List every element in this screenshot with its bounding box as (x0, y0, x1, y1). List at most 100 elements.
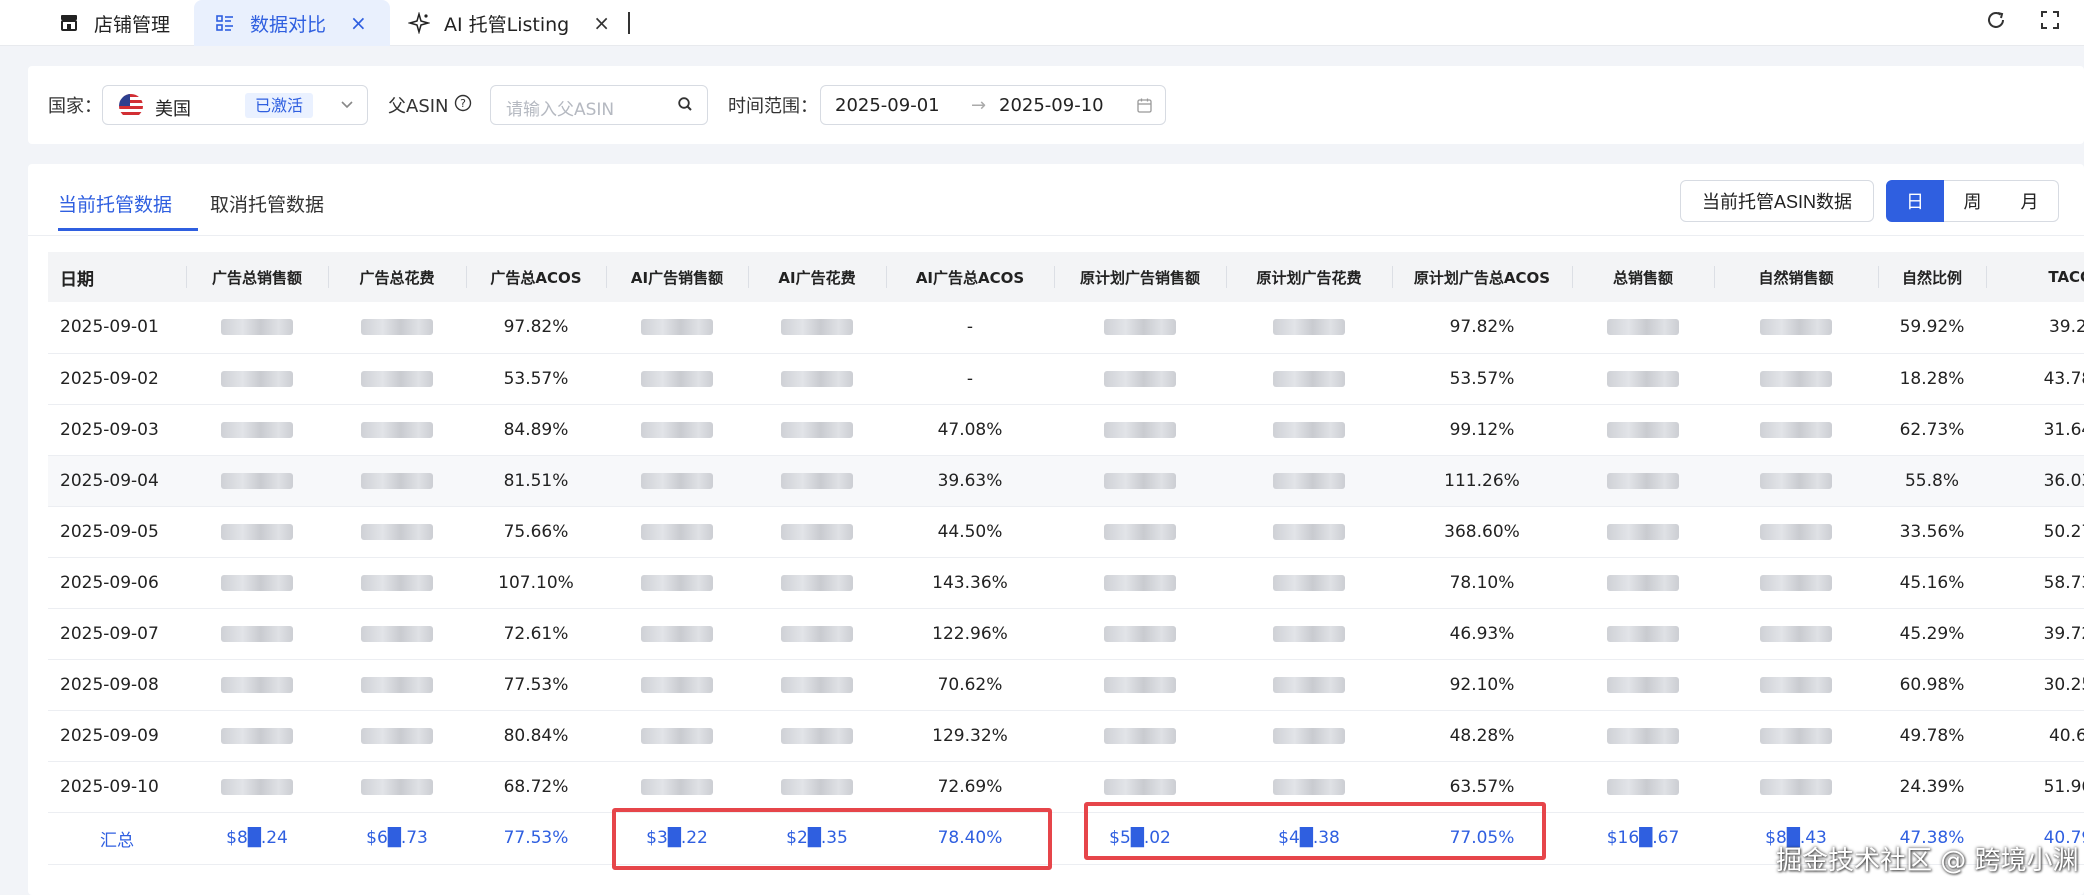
masked-cell (328, 506, 466, 557)
cell-orig-acos: 92.10% (1449, 674, 1515, 695)
blurred-value (1273, 319, 1345, 336)
cell-natural-ratio: 33.56% (1899, 521, 1965, 542)
blurred-value (781, 421, 853, 438)
blurred-value (1104, 523, 1176, 540)
column-header: AI广告总ACOS (886, 252, 1054, 302)
cell-orig-acos: 48.28% (1449, 725, 1515, 746)
country-label: 国家： (48, 96, 102, 117)
cell-ad-acos: 84.89% (503, 419, 569, 440)
blurred-value (1760, 778, 1832, 795)
subtab-current-managed[interactable]: 当前托管数据 (58, 190, 172, 217)
column-header: 自然比例 (1878, 252, 1986, 302)
table-row: 2025-09-1068.72%72.69%63.57%24.39%51.96% (48, 761, 2084, 812)
table-row: 2025-09-02 53.57% - 53.57% 18.28% 43.78% (48, 353, 2084, 404)
managed-asin-data-button[interactable]: 当前托管ASIN数据 (1680, 180, 1874, 222)
masked-cell (1054, 353, 1226, 404)
refresh-icon[interactable] (1982, 6, 2010, 34)
period-day-button[interactable]: 日 (1886, 180, 1944, 222)
masked-cell (1054, 455, 1226, 506)
blurred-value (1104, 676, 1176, 693)
masked-cell (1714, 710, 1878, 761)
tab-store-management[interactable]: 店铺管理 (58, 0, 170, 46)
cell-date: 2025-09-01 (60, 317, 159, 338)
masked-cell (186, 506, 328, 557)
close-icon[interactable]: × (593, 11, 610, 35)
date-arrow: → (971, 95, 987, 116)
cell-tacos: 31.64% (2043, 419, 2084, 440)
blurred-value (221, 319, 293, 336)
cell-natural-ratio: 60.98% (1899, 674, 1965, 695)
cell-date: 2025-09-08 (60, 674, 159, 695)
column-header: 原计划广告花费 (1226, 252, 1392, 302)
help-icon[interactable]: ? (454, 94, 472, 116)
table-row: 2025-09-01 97.82% - 97.82% 59.92% 39.2% (48, 302, 2084, 353)
blurred-value (1104, 472, 1176, 489)
blurred-value (781, 778, 853, 795)
blurred-value (781, 727, 853, 744)
fullscreen-icon[interactable] (2036, 6, 2064, 34)
masked-cell (328, 710, 466, 761)
close-icon[interactable]: × (350, 11, 367, 35)
country-value: 美国 (155, 99, 191, 120)
comparison-table: 日期 广告总销售额 广告总花费 广告总ACOS AI广告销售额 AI广告花费 A… (48, 252, 2084, 865)
blurred-value (221, 421, 293, 438)
period-week-button[interactable]: 周 (1944, 180, 2002, 222)
blurred-value (781, 625, 853, 642)
masked-cell (748, 404, 886, 455)
parent-asin-label: 父ASIN (388, 96, 449, 117)
cell-ai-acos: 47.08% (937, 419, 1003, 440)
masked-cell (1226, 710, 1392, 761)
masked-cell (328, 608, 466, 659)
search-icon[interactable] (677, 96, 693, 116)
period-month-button[interactable]: 月 (2001, 180, 2059, 222)
masked-cell (1226, 302, 1392, 353)
divider (28, 235, 2084, 236)
cell-ai-acos: 129.32% (932, 725, 1008, 746)
blurred-value (1607, 574, 1679, 591)
blurred-value (1104, 727, 1176, 744)
subtab-cancelled-managed[interactable]: 取消托管数据 (210, 190, 324, 217)
cell-orig-acos: 78.10% (1449, 572, 1515, 593)
calendar-icon (1136, 97, 1153, 118)
blurred-value (1760, 472, 1832, 489)
tab-label: 数据对比 (250, 13, 327, 36)
masked-cell (606, 404, 748, 455)
blurred-value (641, 727, 713, 744)
blurred-value (1607, 676, 1679, 693)
tab-ai-listing[interactable]: AI 托管Listing × (408, 0, 610, 46)
us-flag-icon (119, 94, 143, 118)
masked-cell (328, 404, 466, 455)
status-badge: 已激活 (245, 93, 314, 118)
cell-date: 2025-09-03 (60, 419, 159, 440)
blurred-value (1760, 676, 1832, 693)
blurred-value (221, 727, 293, 744)
masked-cell (328, 455, 466, 506)
country-select[interactable]: 美国 已激活 (102, 85, 368, 125)
blurred-value (781, 676, 853, 693)
cell-tacos: 43.78% (2043, 368, 2084, 389)
column-header: 总销售额 (1572, 252, 1714, 302)
tab-data-compare[interactable]: 数据对比 × (194, 0, 390, 46)
column-header: 自然销售额 (1714, 252, 1878, 302)
blurred-value (1607, 778, 1679, 795)
table-row: 2025-09-03 84.89% 47.08% 99.12% 62.73% 31.64% (48, 404, 2084, 455)
blurred-value (1104, 625, 1176, 642)
cell-ai-acos: - (966, 317, 974, 338)
blurred-value (361, 421, 433, 438)
blurred-value (1760, 625, 1832, 642)
parent-asin-input[interactable]: 请输入父ASIN (490, 85, 708, 125)
highlight-box-ai (612, 808, 1052, 870)
masked-cell (1054, 557, 1226, 608)
blurred-value (1607, 625, 1679, 642)
masked-cell (748, 455, 886, 506)
date-range-picker[interactable]: 2025-09-01 → 2025-09-10 (820, 85, 1166, 125)
masked-cell (186, 353, 328, 404)
blurred-value (1104, 574, 1176, 591)
blurred-value (1760, 574, 1832, 591)
masked-cell (1226, 404, 1392, 455)
column-header: TACOS (1986, 252, 2084, 302)
cell-ai-acos: 143.36% (932, 572, 1008, 593)
masked-cell (1572, 455, 1714, 506)
cell-ad-acos: 77.53% (503, 674, 569, 695)
masked-cell (606, 302, 748, 353)
